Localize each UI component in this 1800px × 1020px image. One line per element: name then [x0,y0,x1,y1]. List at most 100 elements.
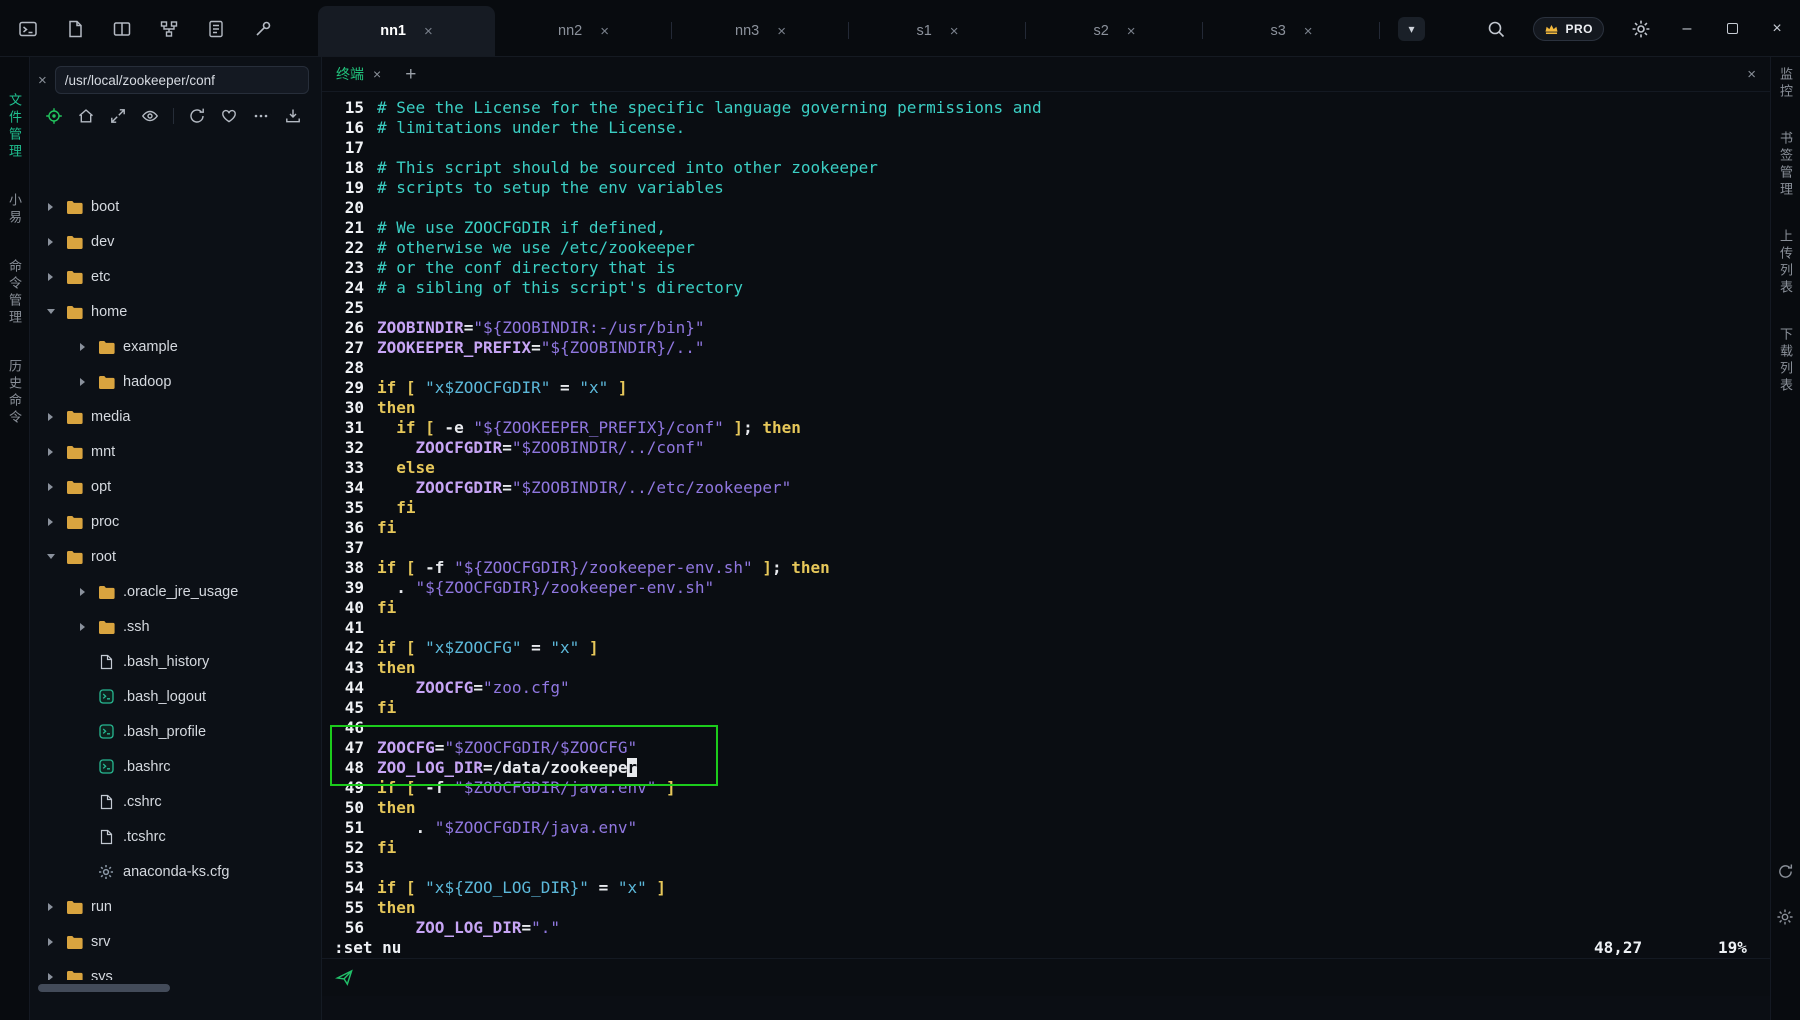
session-tab[interactable]: s3× [1203,6,1380,56]
file-icon [97,654,115,670]
session-tab[interactable]: s2× [1026,6,1203,56]
more-ellipsis-icon[interactable] [252,107,270,125]
session-tab[interactable]: nn1× [318,6,495,56]
chevron-right-icon[interactable] [44,448,57,456]
chevron-right-icon[interactable] [44,413,57,421]
terminal-panel-close-icon[interactable]: × [1747,66,1756,83]
chevron-right-icon[interactable] [44,238,57,246]
chevron-right-icon[interactable] [76,343,89,351]
tree-row[interactable]: sys [30,959,321,980]
transfer-download-icon[interactable] [284,107,302,125]
terminal-tab-close-icon[interactable]: × [373,67,381,81]
chevron-right-icon[interactable] [76,378,89,386]
settings-gear-icon-bottom[interactable] [1770,908,1800,926]
sync-icon[interactable] [1770,863,1800,880]
right-strip-item[interactable]: 书签管理 [1776,131,1795,199]
home-icon[interactable] [77,107,95,125]
chevron-right-icon[interactable] [44,938,57,946]
chevron-right-icon[interactable] [44,483,57,491]
line-number: 34 [334,478,364,498]
window-close-button[interactable]: × [1768,20,1786,38]
code-line: 46 [334,718,1770,738]
left-strip-item[interactable]: 命令管理 [5,259,24,327]
right-strip-item[interactable]: 上传列表 [1776,229,1795,297]
search-icon[interactable] [1486,19,1506,39]
new-file-icon[interactable] [65,19,85,39]
tab-close-icon[interactable]: × [777,23,786,40]
tree-row[interactable]: .oracle_jre_usage [30,574,321,609]
line-number: 56 [334,918,364,938]
tree-row[interactable]: boot [30,189,321,224]
tree-row[interactable]: .bashrc [30,749,321,784]
horizontal-scrollbar[interactable] [38,984,170,992]
tree-row-label: .bash_logout [123,689,206,705]
refresh-icon[interactable] [188,107,206,125]
tree-row[interactable]: example [30,329,321,364]
tab-close-icon[interactable]: × [424,23,433,40]
workflow-icon[interactable] [159,19,179,39]
terminal-tab[interactable]: 终端 × [336,64,381,84]
session-tab[interactable]: nn3× [672,6,849,56]
pro-badge[interactable]: PRO [1533,17,1604,41]
expand-icon[interactable] [109,107,127,125]
close-panel-icon[interactable]: × [38,73,47,88]
tree-row[interactable]: media [30,399,321,434]
chevron-right-icon[interactable] [76,623,89,631]
settings-gear-icon[interactable] [1631,19,1651,39]
tree-row-label: etc [91,269,110,285]
line-number: 41 [334,618,364,638]
tree-row[interactable]: run [30,889,321,924]
tools-icon[interactable] [253,19,273,39]
send-plane-icon[interactable] [335,968,354,987]
tree-row[interactable]: etc [30,259,321,294]
line-number: 22 [334,238,364,258]
right-strip-item[interactable]: 监控 [1776,67,1795,101]
locate-icon[interactable] [45,107,63,125]
chevron-right-icon[interactable] [44,973,57,981]
tree-row[interactable]: .bash_logout [30,679,321,714]
chevron-right-icon[interactable] [44,273,57,281]
tree-row[interactable]: anaconda-ks.cfg [30,854,321,889]
tab-list-dropdown-button[interactable]: ▾ [1398,17,1425,41]
tree-row[interactable]: srv [30,924,321,959]
tree-row[interactable]: mnt [30,434,321,469]
chevron-right-icon[interactable] [76,588,89,596]
path-input[interactable] [55,66,309,94]
window-maximize-button[interactable] [1723,20,1741,38]
tree-row[interactable]: opt [30,469,321,504]
tab-close-icon[interactable]: × [1304,23,1313,40]
tab-close-icon[interactable]: × [1127,23,1136,40]
terminal-icon[interactable] [18,19,38,39]
chevron-down-icon[interactable] [44,309,57,314]
tree-row[interactable]: hadoop [30,364,321,399]
tree-row[interactable]: .bash_history [30,644,321,679]
chevron-right-icon[interactable] [44,903,57,911]
chevron-down-icon[interactable] [44,554,57,559]
terminal-body[interactable]: 15# See the License for the specific lan… [322,92,1770,958]
document-list-icon[interactable] [206,19,226,39]
left-strip-item[interactable]: 文件管理 [5,93,24,161]
tree-row[interactable]: .ssh [30,609,321,644]
tab-close-icon[interactable]: × [950,23,959,40]
chevron-right-icon[interactable] [44,518,57,526]
tree-row[interactable]: dev [30,224,321,259]
chevron-right-icon[interactable] [44,203,57,211]
left-strip-item[interactable]: 小易 [5,193,24,227]
tree-row[interactable]: home [30,294,321,329]
favorite-heart-icon[interactable] [220,107,238,125]
session-tab[interactable]: s1× [849,6,1026,56]
tree-row[interactable]: root [30,539,321,574]
left-strip-item[interactable]: 历史命令 [5,359,24,427]
split-layout-icon[interactable] [112,19,132,39]
tree-row[interactable]: .tcshrc [30,819,321,854]
maximize-icon [1727,23,1738,34]
tab-close-icon[interactable]: × [600,23,609,40]
tree-row[interactable]: proc [30,504,321,539]
tree-row[interactable]: .cshrc [30,784,321,819]
preview-eye-icon[interactable] [141,107,159,125]
right-strip-item[interactable]: 下载列表 [1776,327,1795,395]
tree-row[interactable]: .bash_profile [30,714,321,749]
new-terminal-icon[interactable]: + [405,65,416,84]
session-tab[interactable]: nn2× [495,6,672,56]
window-minimize-button[interactable]: – [1678,20,1696,38]
